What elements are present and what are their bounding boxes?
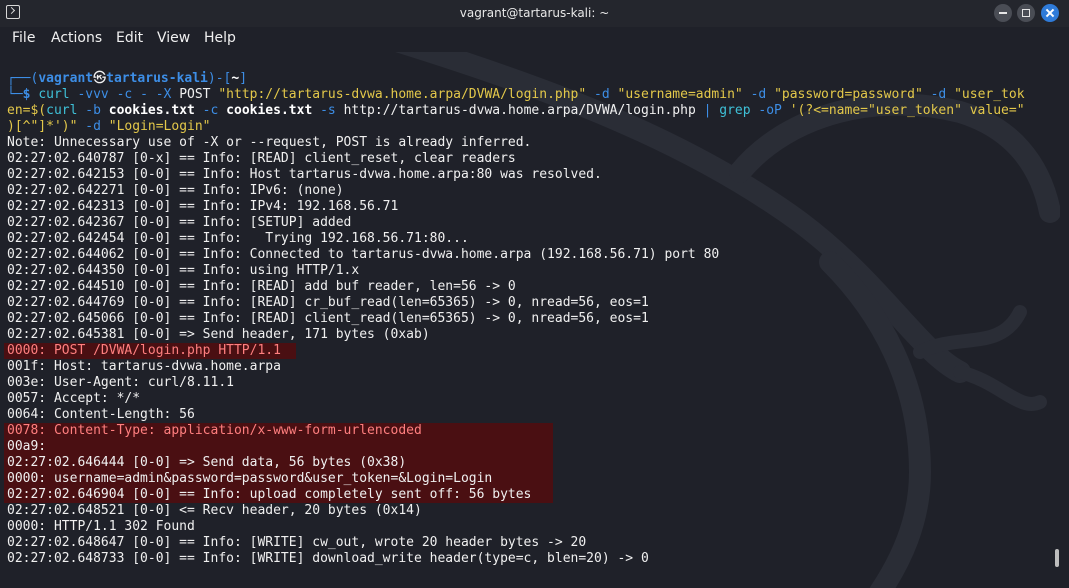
command-token: | — [695, 103, 720, 118]
close-button[interactable] — [1041, 4, 1059, 22]
output-line: 0000: HTTP/1.1 302 Found — [7, 519, 195, 534]
output-line: 02:27:02.644510 [0-0] == Info: [READ] ad… — [7, 279, 516, 294]
output-line: 02:27:02.642153 [0-0] == Info: Host tart… — [7, 167, 602, 182]
command-token: '(?<=name="user_token" value=" — [789, 103, 1025, 118]
command-token: -c — [194, 103, 227, 118]
command-line-3: )[^"]*')" -d "Login=Login" — [7, 119, 211, 135]
command-token: -s — [312, 103, 344, 118]
prompt-line: ┌──(vagrant㉿tartarus-kali)-[~] — [7, 71, 247, 87]
maximize-button[interactable] — [1017, 4, 1035, 22]
command-token: $( — [30, 103, 47, 118]
command-token: "password=password" — [774, 87, 923, 102]
command-token: -b — [77, 103, 109, 118]
command-token: -d — [922, 87, 955, 102]
menu-edit[interactable]: Edit — [116, 30, 143, 46]
title-bar: vagrant@tartarus-kali: ~ — [0, 0, 1069, 27]
menu-help[interactable]: Help — [204, 30, 236, 46]
output-line: 0078: Content-Type: application/x-www-fo… — [7, 423, 422, 438]
command-token: POST — [179, 87, 211, 102]
command-token: http://tartarus-dvwa.home.arpa/DVWA/logi… — [343, 103, 696, 118]
output-line: 02:27:02.646444 [0-0] => Send data, 56 b… — [7, 455, 407, 470]
output-line: 001f: Host: tartarus-dvwa.home.arpa — [7, 359, 281, 374]
terminal-output-area[interactable]: ┌──(vagrant㉿tartarus-kali)-[~] └─$ curl … — [0, 52, 1069, 588]
command-token: "user_tok — [954, 87, 1025, 102]
command-token: )" — [61, 119, 78, 134]
scrollbar-thumb[interactable] — [1055, 549, 1059, 567]
output-line: 02:27:02.644350 [0-0] == Info: using HTT… — [7, 263, 360, 278]
output-line: 02:27:02.648521 [0-0] <= Recv header, 20… — [7, 503, 422, 518]
menu-actions[interactable]: Actions — [51, 30, 102, 46]
prompt-corner-bottom: └─ — [7, 87, 23, 102]
command-token: )[^"]*' — [7, 119, 62, 134]
prompt-bracket-end: ] — [239, 71, 248, 86]
command-line-1: └─$ curl -vvv -c - -X POST "http://tarta… — [7, 87, 1025, 103]
output-line: 02:27:02.645066 [0-0] == Info: [READ] cl… — [7, 311, 649, 326]
command-token: cookies.txt — [226, 103, 313, 118]
minimize-button[interactable] — [994, 4, 1012, 22]
output-line: 00a9: — [7, 439, 47, 454]
window-title: vagrant@tartarus-kali: ~ — [459, 6, 610, 20]
output-line: 0064: Content-Length: 56 — [7, 407, 195, 422]
output-line: 02:27:02.642367 [0-0] == Info: [SETUP] a… — [7, 215, 352, 230]
output-line: 003e: User-Agent: curl/8.11.1 — [7, 375, 234, 390]
menu-view[interactable]: View — [157, 30, 190, 46]
prompt-bracket-mid: )-[ — [207, 71, 232, 86]
command-token: "username=admin" — [617, 87, 743, 102]
output-line: 0057: Accept: */* — [7, 391, 141, 406]
prompt-dir: ~ — [231, 71, 240, 86]
output-line: 02:27:02.642313 [0-0] == Info: IPv4: 192… — [7, 199, 399, 214]
prompt-user: vagrant — [38, 71, 94, 86]
output-line: 02:27:02.640787 [0-x] == Info: [READ] cl… — [7, 151, 516, 166]
menu-file[interactable]: File — [12, 30, 35, 46]
output-line: 0000: username=admin&password=password&u… — [7, 471, 493, 486]
command-token: -d — [586, 87, 618, 102]
command-token: "http://tartarus-dvwa.home.arpa/DVWA/log… — [218, 87, 587, 102]
output-line: 02:27:02.642454 [0-0] == Info: Trying 19… — [7, 231, 469, 246]
terminal-window: vagrant@tartarus-kali: ~ File Actions Ed… — [0, 0, 1069, 588]
output-line: 02:27:02.648647 [0-0] == Info: [WRITE] c… — [7, 535, 587, 550]
output-line: 0000: POST /DVWA/login.php HTTP/1.1 — [7, 343, 281, 358]
command-token: curl — [46, 103, 78, 118]
menu-bar: File Actions Edit View Help — [0, 27, 1069, 52]
command-token: -vvv -c - -X — [69, 87, 180, 102]
output-line: 02:27:02.644769 [0-0] == Info: [READ] cr… — [7, 295, 649, 310]
command-line-2: en=$(curl -b cookies.txt -c cookies.txt … — [7, 103, 1025, 119]
output-line: 02:27:02.646904 [0-0] == Info: upload co… — [7, 487, 532, 502]
command-token: grep — [719, 103, 751, 118]
command-token: en= — [7, 103, 31, 118]
output-line: 02:27:02.642271 [0-0] == Info: IPv6: (no… — [7, 183, 344, 198]
output-line: 02:27:02.644062 [0-0] == Info: Connected… — [7, 247, 720, 262]
output-line: Note: Unnecessary use of -X or --request… — [7, 135, 532, 150]
command-token: curl — [38, 87, 70, 102]
output-line: 02:27:02.645381 [0-0] => Send header, 17… — [7, 327, 430, 342]
prompt-at-symbol: ㉿ — [93, 71, 107, 86]
command-token: "Login=Login" — [108, 119, 211, 134]
command-token: cookies.txt — [108, 103, 195, 118]
prompt-corner-top: ┌──( — [7, 71, 39, 86]
command-token: -d — [77, 119, 109, 134]
output-line: 02:27:02.648733 [0-0] == Info: [WRITE] d… — [7, 551, 649, 566]
command-token: -d — [742, 87, 775, 102]
command-token: -oP — [750, 103, 790, 118]
prompt-host: tartarus-kali — [106, 71, 208, 86]
